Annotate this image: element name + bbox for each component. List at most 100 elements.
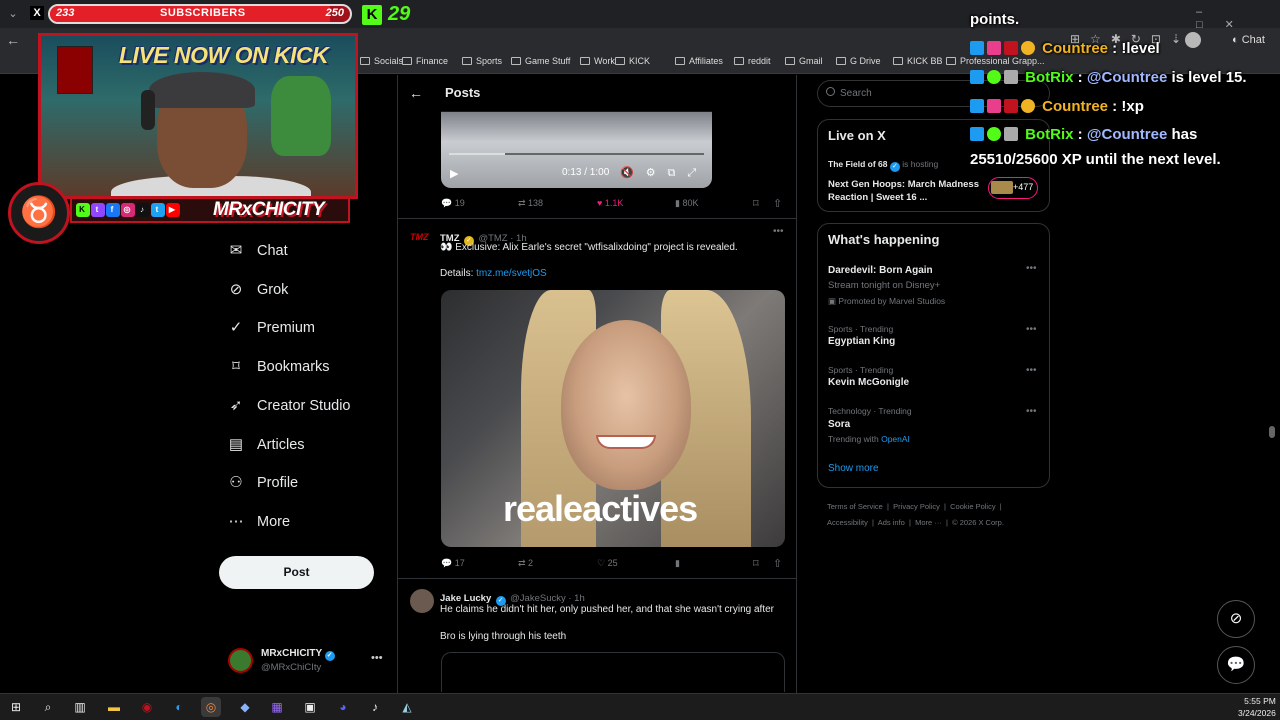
live-host-suffix: is hosting xyxy=(902,159,939,169)
nav-grok[interactable]: ⊘ Grok xyxy=(228,275,289,305)
footer-link[interactable]: Cookie Policy xyxy=(950,502,995,511)
avatar[interactable] xyxy=(410,589,434,613)
bookmark-item[interactable]: KICK xyxy=(615,56,650,66)
tweet-more-icon[interactable]: ••• xyxy=(773,226,784,237)
reply-button[interactable]: 💬 19 xyxy=(441,198,465,209)
views-icon[interactable]: ▮ xyxy=(675,558,680,569)
bookmark-item[interactable]: reddit xyxy=(734,56,771,66)
browser-back-icon[interactable]: ← xyxy=(6,32,20,48)
footer-link[interactable]: Terms of Service xyxy=(827,502,883,511)
avatar[interactable] xyxy=(228,648,253,673)
nav-bookmarks[interactable]: ⌑ Bookmarks xyxy=(228,352,329,382)
tweet-media-embed[interactable] xyxy=(441,652,785,692)
views-button[interactable]: ▮ 80K xyxy=(675,198,698,209)
trend-title[interactable]: Sora xyxy=(828,419,850,430)
image-watermark: realeactives xyxy=(503,488,698,529)
chat-fragment: points. xyxy=(970,11,1020,28)
file-explorer-icon[interactable]: ▬ xyxy=(104,697,124,717)
tmz-avatar[interactable]: TMZ xyxy=(410,232,432,246)
like-button[interactable]: ♡ 25 xyxy=(597,558,618,569)
profile-name[interactable]: MRxCHICITY ✓ xyxy=(261,648,335,661)
bookmark-icon[interactable]: ⌑ xyxy=(753,557,759,570)
grok-fab-icon[interactable]: ⊘ xyxy=(1217,600,1255,638)
author-name[interactable]: Jake Lucky xyxy=(440,593,491,604)
video-controls-icons[interactable]: 🔇⚙⧉⤢ xyxy=(620,166,708,180)
repost-button[interactable]: ⇄ 138 xyxy=(518,198,543,209)
footer-link[interactable]: Accessibility xyxy=(827,518,868,527)
live-host[interactable]: The Field of 68 ✓ is hosting xyxy=(828,159,938,172)
nav-chat[interactable]: ✉ Chat xyxy=(228,236,288,266)
trend-more-icon[interactable]: ••• xyxy=(1026,263,1037,274)
account-menu-icon[interactable]: ••• xyxy=(371,652,383,664)
bookmark-icon[interactable]: ⌑ xyxy=(753,197,759,210)
bookmark-item[interactable]: Game Stuff xyxy=(511,56,570,66)
bookmark-item[interactable]: Affiliates xyxy=(675,56,723,66)
nav-premium[interactable]: ✓ Premium xyxy=(228,313,315,343)
show-more-link[interactable]: Show more xyxy=(828,463,879,474)
tweet-image[interactable]: realeactives xyxy=(441,290,785,547)
grid-app-icon[interactable]: ▦ xyxy=(267,697,287,717)
social-handle: MRxCHICITY xyxy=(213,199,325,220)
chrome-icon[interactable]: ◎ xyxy=(201,697,221,717)
trend-more-icon[interactable]: ••• xyxy=(1026,365,1037,376)
footer-link[interactable]: More ··· xyxy=(915,518,942,527)
bookmark-item[interactable]: Work xyxy=(580,56,615,66)
trend-category: Technology · Trending xyxy=(828,406,912,416)
repost-button[interactable]: ⇄ 2 xyxy=(518,558,533,569)
messages-fab-icon[interactable]: 💬 xyxy=(1217,646,1255,684)
footer-link[interactable]: Privacy Policy xyxy=(893,502,940,511)
bookmark-item[interactable]: G Drive xyxy=(836,56,881,66)
live-description[interactable]: Next Gen Hoops: March Madness Reaction |… xyxy=(828,178,980,204)
nav-creator-studio[interactable]: ➶ Creator Studio xyxy=(228,391,351,421)
trend-title[interactable]: Daredevil: Born Again xyxy=(828,265,933,276)
nav-articles[interactable]: ▤ Articles xyxy=(228,430,305,460)
copilot-chat-button[interactable]: ◐ Chat xyxy=(1232,31,1265,49)
browser-profile-avatar[interactable] xyxy=(1185,32,1201,48)
footer-link[interactable]: Ads info xyxy=(878,518,905,527)
nav-more[interactable]: ⋯ More xyxy=(228,507,291,537)
app-icon[interactable]: ◆ xyxy=(235,697,255,717)
x-tab-icon[interactable]: X xyxy=(30,6,44,20)
search-icon[interactable]: ⌕ xyxy=(38,697,58,717)
task-view-icon[interactable]: ▥ xyxy=(70,697,90,717)
back-arrow-icon[interactable]: ← xyxy=(409,85,423,101)
author-handle[interactable]: @JakeSucky · 1h xyxy=(510,593,585,604)
bookmark-item[interactable]: Professional Grapp... xyxy=(946,56,1045,66)
play-icon[interactable]: ▶ xyxy=(450,167,458,180)
post-button[interactable]: Post xyxy=(219,556,374,589)
discord-icon[interactable]: ◕ xyxy=(333,697,353,717)
tiktok-icon[interactable]: ♪ xyxy=(365,697,385,717)
bookmark-item[interactable]: KICK BB xyxy=(893,56,943,66)
chat-username: BotRix xyxy=(1025,126,1074,143)
app-icon[interactable]: ▣ xyxy=(300,697,320,717)
bookmark-item[interactable]: Sports xyxy=(462,56,502,66)
nav-profile[interactable]: ⚇ Profile xyxy=(228,468,298,498)
clock-time: 5:55 PM xyxy=(1244,696,1276,706)
trend-title[interactable]: Kevin McGonigle xyxy=(828,377,909,388)
gator-mascot xyxy=(271,76,331,156)
windows-start-icon[interactable]: ⊞ xyxy=(6,697,26,717)
page-scrollbar[interactable] xyxy=(1269,426,1275,438)
tab-list-chevron-icon[interactable]: ⌄ xyxy=(4,5,22,23)
folder-icon xyxy=(580,57,590,65)
app-icon[interactable]: ◭ xyxy=(397,697,417,717)
bookmark-item[interactable]: Finance xyxy=(402,56,448,66)
trend-more-icon[interactable]: ••• xyxy=(1026,324,1037,335)
bookmark-item[interactable]: Socials xyxy=(360,56,403,66)
reply-count: 19 xyxy=(454,198,465,208)
chat-badge-icon xyxy=(987,99,1001,113)
trend-more-icon[interactable]: ••• xyxy=(1026,406,1037,417)
obs-icon[interactable]: ◉ xyxy=(137,697,157,717)
share-icon[interactable]: ⇧ xyxy=(773,557,782,570)
share-icon[interactable]: ⇧ xyxy=(773,197,782,210)
details-link[interactable]: tmz.me/svetjOS xyxy=(476,268,547,279)
edge-icon[interactable]: ◐ xyxy=(169,697,189,717)
bookmark-item[interactable]: Gmail xyxy=(785,56,823,66)
trend-with-link[interactable]: OpenAI xyxy=(881,434,910,444)
like-button[interactable]: ♥ 1.1K xyxy=(597,198,623,208)
taskbar-clock[interactable]: 5:55 PM 3/24/2026 xyxy=(1238,695,1276,719)
trend-title[interactable]: Egyptian King xyxy=(828,336,895,347)
folder-icon xyxy=(893,57,903,65)
reply-button[interactable]: 💬 17 xyxy=(441,558,465,569)
more-icon: ⋯ xyxy=(228,513,244,530)
